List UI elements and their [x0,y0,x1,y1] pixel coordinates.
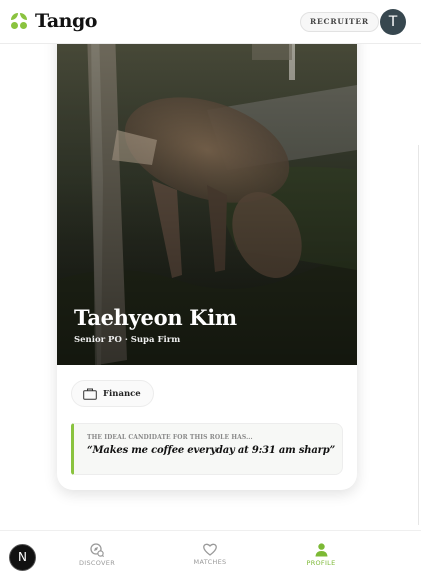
person-icon [315,543,327,557]
user-avatar[interactable]: T [380,9,406,35]
briefcase-icon [83,388,97,400]
ideal-candidate-box: THE IDEAL CANDIDATE FOR THIS ROLE HAS...… [71,423,343,475]
profile-name: Taehyeon Kim [74,305,237,330]
nav-discover-label: DISCOVER [78,559,116,567]
dev-tools-badge[interactable]: N [9,544,36,571]
profile-photo: Taehyeon Kim Senior PO · Supa Firm [57,30,357,365]
heart-icon [203,543,217,556]
industry-tag-label: Finance [103,388,141,399]
nav-profile[interactable]: PROFILE [286,543,356,567]
profile-card[interactable]: Taehyeon Kim Senior PO · Supa Firm Finan… [57,30,357,490]
role-badge[interactable]: RECRUITER [300,12,379,32]
profile-title-company: Senior PO · Supa Firm [74,335,181,345]
nav-matches-label: MATCHES [193,558,227,566]
ideal-candidate-label: THE IDEAL CANDIDATE FOR THIS ROLE HAS... [87,434,253,441]
app-name: Tango [35,10,97,32]
nav-profile-label: PROFILE [306,559,336,567]
app-header: Tango RECRUITER T [0,0,421,44]
nav-discover[interactable]: DISCOVER [62,543,132,567]
discover-icon [90,543,104,557]
nav-matches[interactable]: MATCHES [175,543,245,566]
industry-tag: Finance [71,380,154,407]
bottom-nav: DISCOVER MATCHES PROFILE [0,530,421,573]
ideal-candidate-quote: “Makes me coffee everyday at 9:31 am sha… [87,445,336,456]
scroll-divider [418,145,419,525]
tango-logo-icon [11,13,27,29]
